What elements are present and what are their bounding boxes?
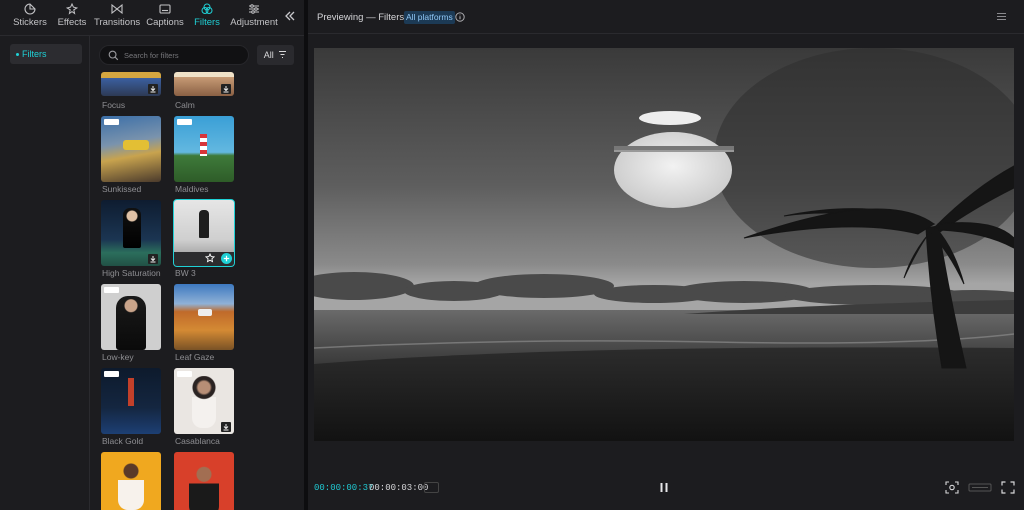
tab-captions[interactable]: Captions [145,3,185,33]
pro-tag [104,371,119,377]
timecode-format-toggle[interactable] [424,482,439,493]
filter-name: Black Gold [102,436,144,446]
filter-tile-bw3[interactable] [173,199,235,267]
thumbnail-person [199,210,209,238]
filter-name: Focus [102,100,126,110]
preview-frame [314,48,1014,441]
filters-icon [201,3,213,14]
filter-all-button[interactable]: All [257,45,294,65]
total-timecode: 00:00:03:00 [369,483,429,493]
search-icon [108,50,119,61]
thumbnail-person [118,460,144,510]
download-icon [221,84,231,94]
filter-tile-maldives[interactable] [174,116,234,182]
sliders-icon [249,4,259,14]
caption-icon [159,4,171,14]
tab-label: Adjustment [230,17,278,28]
beach [314,347,1014,441]
filter-name: BW 3 [175,268,196,278]
sidebar-item-label: Filters [22,49,47,59]
tab-label: Captions [146,17,184,28]
effects-panel: Stickers Effects Transitions Captions Fi… [0,0,304,510]
thumbnail-person [123,208,141,248]
filter-tile-calm[interactable] [174,72,234,96]
filter-tile-row6-a[interactable] [101,452,161,510]
preview-title: Previewing — Filters [317,12,405,23]
tab-effects[interactable]: Effects [55,3,89,33]
preview-panel: Previewing — Filters All platforms 00:00… [308,0,1024,510]
tab-label: Stickers [13,17,47,28]
tab-label: Effects [57,17,87,28]
search-box[interactable] [99,45,249,65]
thumbnail-tower [128,378,134,406]
sticker-icon [24,3,36,15]
current-timecode: 00:00:00:37 [314,483,374,493]
collapse-panel-button[interactable] [284,10,298,24]
pro-tag [104,119,119,125]
tab-transitions[interactable]: Transitions [94,3,140,33]
filter-name: Sunkissed [102,184,142,194]
sidebar-item-filters[interactable]: Filters [10,44,82,64]
platform-badge[interactable]: All platforms [404,11,455,24]
filter-tile-leaf-gaze[interactable] [174,284,234,350]
video-preview [314,48,1014,441]
filter-tile-black-gold[interactable] [101,368,161,434]
thumbnail-person [189,462,219,510]
filter-name: Low-key [102,352,134,362]
download-icon [148,254,158,264]
thumbnail-person [192,376,216,428]
add-filter-icon[interactable] [221,253,232,264]
filter-tile-sunkissed[interactable] [101,116,161,182]
thumbnail-van [198,309,212,316]
fullscreen-capture-icon[interactable] [945,481,959,494]
menu-icon[interactable] [996,11,1007,22]
filter-all-label: All [263,50,274,60]
thumbnail-lighthouse [200,134,207,156]
filter-tile-row6-b[interactable] [174,452,234,510]
pause-icon[interactable] [659,482,669,493]
filter-tile-high-saturation[interactable] [101,200,161,266]
tab-label: Transitions [94,17,141,28]
expand-icon[interactable] [1001,481,1015,494]
filter-name: Casablanca [175,436,220,446]
pro-tag [177,371,192,377]
search-input[interactable] [124,48,244,63]
tab-label: Filters [194,17,220,28]
pro-tag [104,287,119,293]
thumbnail [174,284,234,350]
filter-category-sidebar: Filters [0,36,90,510]
player-controls: 00:00:00:37 00:00:03:00 [308,476,1024,500]
tab-adjustment[interactable]: Adjustment [229,3,279,33]
star-icon[interactable] [205,253,215,263]
download-icon [148,84,158,94]
pro-tag [177,119,192,125]
category-tabs: Stickers Effects Transitions Captions Fi… [0,0,304,36]
filter-tile-low-key[interactable] [101,284,161,350]
filter-grid: All Focus Calm Sunkissed Maldives [91,36,304,510]
tab-filters[interactable]: Filters [192,3,222,33]
preview-header: Previewing — Filters All platforms [308,0,1024,34]
bowtie-icon [111,3,123,15]
double-chevron-left-icon [285,11,295,21]
filter-name: Maldives [175,184,209,194]
aspect-ratio-icon[interactable] [968,481,992,494]
filter-name: High Saturation [102,268,161,278]
filter-name: Calm [175,100,195,110]
filter-tile-focus[interactable] [101,72,161,96]
sparkle-icon [66,3,78,15]
thumbnail-person [116,296,146,350]
thumbnail-car [123,140,149,150]
download-icon [221,422,231,432]
info-icon[interactable] [455,12,465,22]
filter-tile-casablanca[interactable] [174,368,234,434]
active-dot [16,53,19,57]
tab-stickers[interactable]: Stickers [11,3,49,33]
filter-name: Leaf Gaze [175,352,215,362]
sort-filter-icon [279,50,287,59]
